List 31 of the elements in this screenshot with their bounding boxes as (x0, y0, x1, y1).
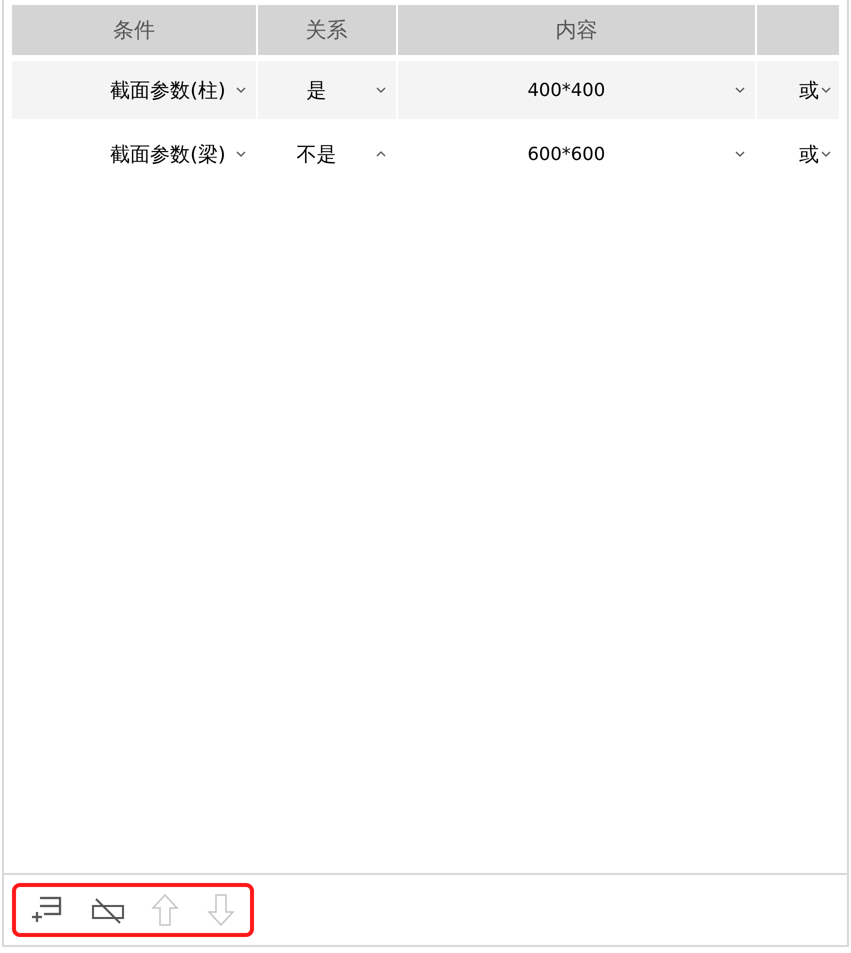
dropdown-cell[interactable]: 是 (258, 61, 396, 119)
down-caret-icon[interactable] (821, 87, 831, 93)
down-arrow-icon (206, 893, 236, 927)
down-caret-icon[interactable] (735, 87, 746, 93)
dropdown-cell[interactable]: 截面参数(柱) (12, 61, 256, 119)
down-caret-icon[interactable] (735, 151, 746, 157)
cell-text: 或 (798, 76, 819, 104)
column-header[interactable]: 内容 (398, 5, 756, 55)
cell-text: 600*600 (526, 144, 606, 164)
down-caret-icon[interactable] (376, 87, 386, 93)
up-caret-icon[interactable] (376, 151, 386, 157)
down-caret-icon[interactable] (236, 87, 246, 93)
cell-text: 400*400 (526, 80, 606, 100)
down-caret-icon[interactable] (236, 151, 246, 157)
cell-text: 是 (306, 76, 328, 104)
cell-text: 截面参数(柱) (109, 76, 226, 104)
column-header[interactable]: 条件 (12, 5, 256, 55)
cell-text: 截面参数(梁) (109, 140, 226, 168)
dropdown-cell[interactable]: 400*400 (398, 61, 756, 119)
column-header[interactable]: 关系 (258, 5, 396, 55)
add-row-icon (30, 895, 64, 925)
add-row-button[interactable] (30, 895, 64, 925)
up-arrow-icon (150, 893, 180, 927)
down-caret-icon[interactable] (821, 151, 831, 157)
cell-text: 或 (798, 140, 819, 168)
dropdown-cell[interactable]: 截面参数(梁) (12, 125, 256, 183)
cell-text: 不是 (296, 140, 338, 168)
dropdown-cell[interactable]: 600*600 (398, 125, 756, 183)
dropdown-cell[interactable]: 不是 (258, 125, 396, 183)
dropdown-cell[interactable]: 或 (757, 125, 839, 183)
dropdown-cell[interactable]: 或 (757, 61, 839, 119)
